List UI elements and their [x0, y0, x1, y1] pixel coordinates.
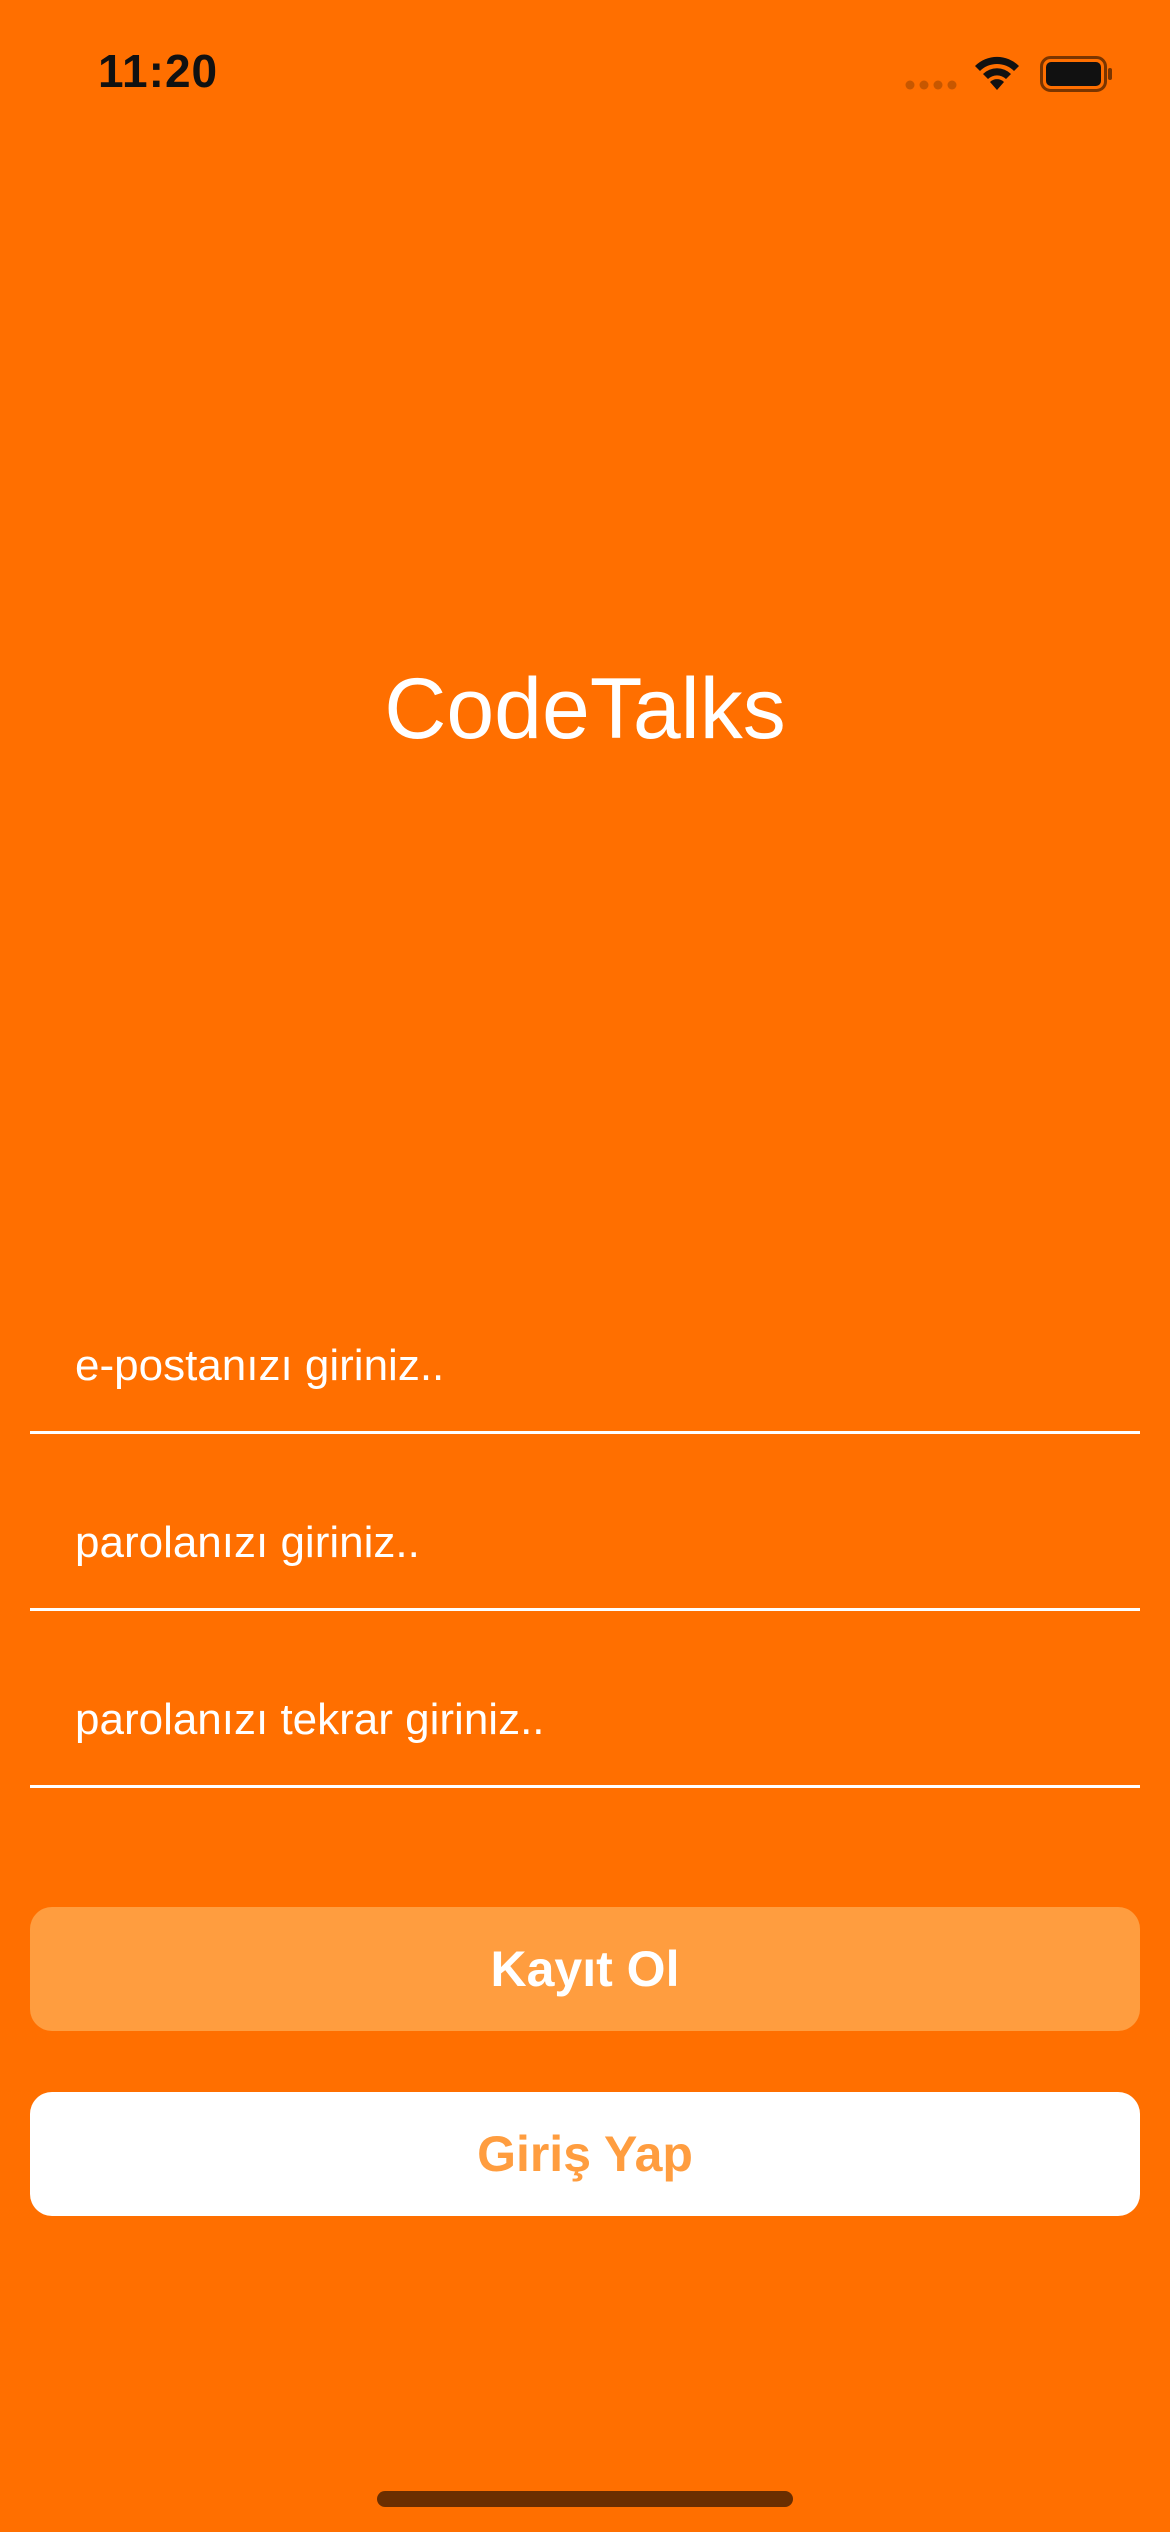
wifi-icon [975, 56, 1019, 90]
status-time: 11:20 [98, 45, 219, 97]
email-field-container [30, 1255, 1140, 1434]
password-repeat-field-container [30, 1609, 1140, 1788]
password-repeat-input[interactable] [75, 1695, 1075, 1745]
app-title: CodeTalks [384, 661, 786, 757]
status-bar: 11:20 [0, 0, 1170, 150]
password-field-container [30, 1432, 1140, 1611]
home-indicator[interactable] [377, 2491, 793, 2507]
battery-icon [1040, 56, 1112, 92]
login-button[interactable]: Giriş Yap [30, 2092, 1140, 2216]
password-input[interactable] [75, 1518, 1075, 1568]
cellular-signal-icon [905, 80, 957, 90]
email-input[interactable] [75, 1341, 1075, 1391]
register-button[interactable]: Kayıt Ol [30, 1907, 1140, 2031]
